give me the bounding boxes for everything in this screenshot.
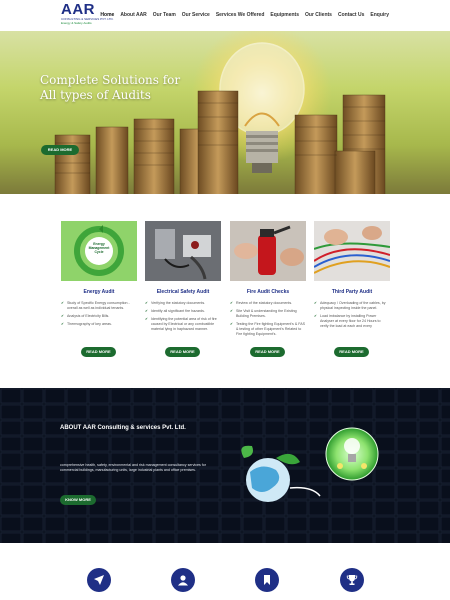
hero-image	[54, 31, 386, 194]
fire-audit-image	[230, 221, 306, 281]
nav-item-home[interactable]: Home	[100, 12, 114, 18]
electrical-audit-image	[145, 221, 221, 281]
service-point: Thermography of key areas.	[61, 322, 137, 327]
energy-audit-image: Energy Management Cycle	[61, 221, 137, 281]
service-point: Identifying the potential area of risk o…	[145, 317, 221, 332]
about-text: comprehensive health, safety, environmen…	[60, 463, 206, 472]
nav-item-about[interactable]: About AAR	[120, 12, 146, 18]
energy-read-more-button[interactable]: READ MORE	[81, 347, 116, 357]
location-arrow-icon[interactable]	[87, 568, 111, 592]
service-point: Study of Specific Energy consumption - o…	[61, 301, 137, 311]
features-section	[0, 543, 450, 600]
service-card-title[interactable]: Energy Audit	[61, 289, 137, 295]
energy-cycle-label: Energy Management Cycle	[88, 242, 110, 254]
service-point: Adequacy / Overloading of the cables, by…	[314, 301, 390, 311]
nav-item-team[interactable]: Our Team	[153, 12, 176, 18]
service-card-title[interactable]: Third Party Audit	[314, 289, 390, 295]
service-point: Review of the statutory documents.	[230, 301, 306, 306]
user-icon[interactable]	[171, 568, 195, 592]
nav-item-clients[interactable]: Our Clients	[305, 12, 332, 18]
service-point: Load imbalance by installing Power Analy…	[314, 314, 390, 329]
service-point: Verifying the statutory documents.	[145, 301, 221, 306]
logo-tagline: Energy & Safety Audits	[61, 21, 92, 25]
service-card-title[interactable]: Fire Audit Checks	[230, 289, 306, 295]
nav-item-enquiry[interactable]: Enquiry	[370, 12, 389, 18]
trophy-icon[interactable]	[340, 568, 364, 592]
logo-name: AAR	[61, 1, 95, 18]
hero-title: Complete Solutions for All types of Audi…	[40, 73, 181, 102]
nav-item-service[interactable]: Our Service	[182, 12, 210, 18]
hero-banner: Complete Solutions for All types of Audi…	[0, 31, 450, 194]
service-points: Verifying the statutory documents. Ident…	[145, 301, 221, 332]
fire-read-more-button[interactable]: READ MORE	[250, 347, 285, 357]
service-card-electrical: Electrical Safety Audit Verifying the st…	[145, 221, 221, 357]
nav-item-services-offered[interactable]: Services We Offered	[216, 12, 265, 18]
service-card-fire: Fire Audit Checks Review of the statutor…	[230, 221, 306, 357]
nav-item-equipments[interactable]: Equipments	[270, 12, 299, 18]
service-point: Identify all significant fire hazards.	[145, 309, 221, 314]
services-section: Energy Management Cycle Energy Audit Stu…	[0, 194, 450, 388]
service-points: Review of the statutory documents. Site …	[230, 301, 306, 337]
service-point: Analysis of Electricity Bills.	[61, 314, 137, 319]
service-points: Adequacy / Overloading of the cables, by…	[314, 301, 390, 329]
about-title: ABOUT AAR Consulting & services Pvt. Ltd…	[60, 425, 186, 431]
bookmark-icon[interactable]	[255, 568, 279, 592]
page: AAR CONSULTING & SERVICES PVT. LTD. Ener…	[0, 0, 450, 600]
site-header: AAR CONSULTING & SERVICES PVT. LTD. Ener…	[0, 0, 450, 31]
about-know-more-button[interactable]: KNOW MORE	[60, 495, 96, 505]
hero-read-more-button[interactable]: READ MORE	[41, 145, 79, 155]
service-card-third-party: Third Party Audit Adequacy / Overloading…	[314, 221, 390, 357]
main-nav: Home About AAR Our Team Our Service Serv…	[100, 12, 389, 18]
electrical-read-more-button[interactable]: READ MORE	[165, 347, 200, 357]
third-party-read-more-button[interactable]: READ MORE	[334, 347, 369, 357]
nav-item-contact[interactable]: Contact Us	[338, 12, 364, 18]
service-point: Testing the Fire fighting Equipment's & …	[230, 322, 306, 337]
service-card-energy: Energy Management Cycle Energy Audit Stu…	[61, 221, 137, 357]
about-section: ABOUT AAR Consulting & services Pvt. Ltd…	[0, 388, 450, 543]
service-card-title[interactable]: Electrical Safety Audit	[145, 289, 221, 295]
service-points: Study of Specific Energy consumption - o…	[61, 301, 137, 327]
logo[interactable]: AAR CONSULTING & SERVICES PVT. LTD. Ener…	[61, 1, 114, 29]
third-party-audit-image	[314, 221, 390, 281]
service-point: Site Visit & understanding the Existing …	[230, 309, 306, 319]
